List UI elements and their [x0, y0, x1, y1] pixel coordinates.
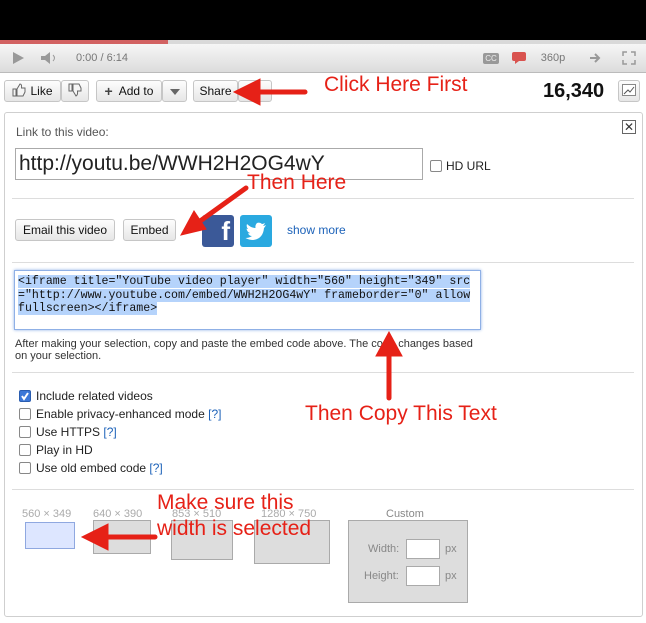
annotation-make-sure: Make sure this width is selected — [157, 490, 311, 542]
annotation-then-here: Then Here — [247, 171, 347, 194]
annotation-arrows — [80, 78, 403, 551]
annotation-make-sure-line1: Make sure this — [157, 491, 294, 514]
arrow-to-embed-code — [375, 330, 403, 401]
annotation-then-copy: Then Copy This Text — [305, 402, 497, 425]
arrow-to-size — [80, 523, 158, 551]
arrow-to-share — [232, 78, 308, 106]
annotation-click-here-first: Click Here First — [324, 73, 468, 96]
annotation-make-sure-line2: width is selected — [157, 517, 312, 540]
arrow-to-embed — [180, 185, 249, 236]
